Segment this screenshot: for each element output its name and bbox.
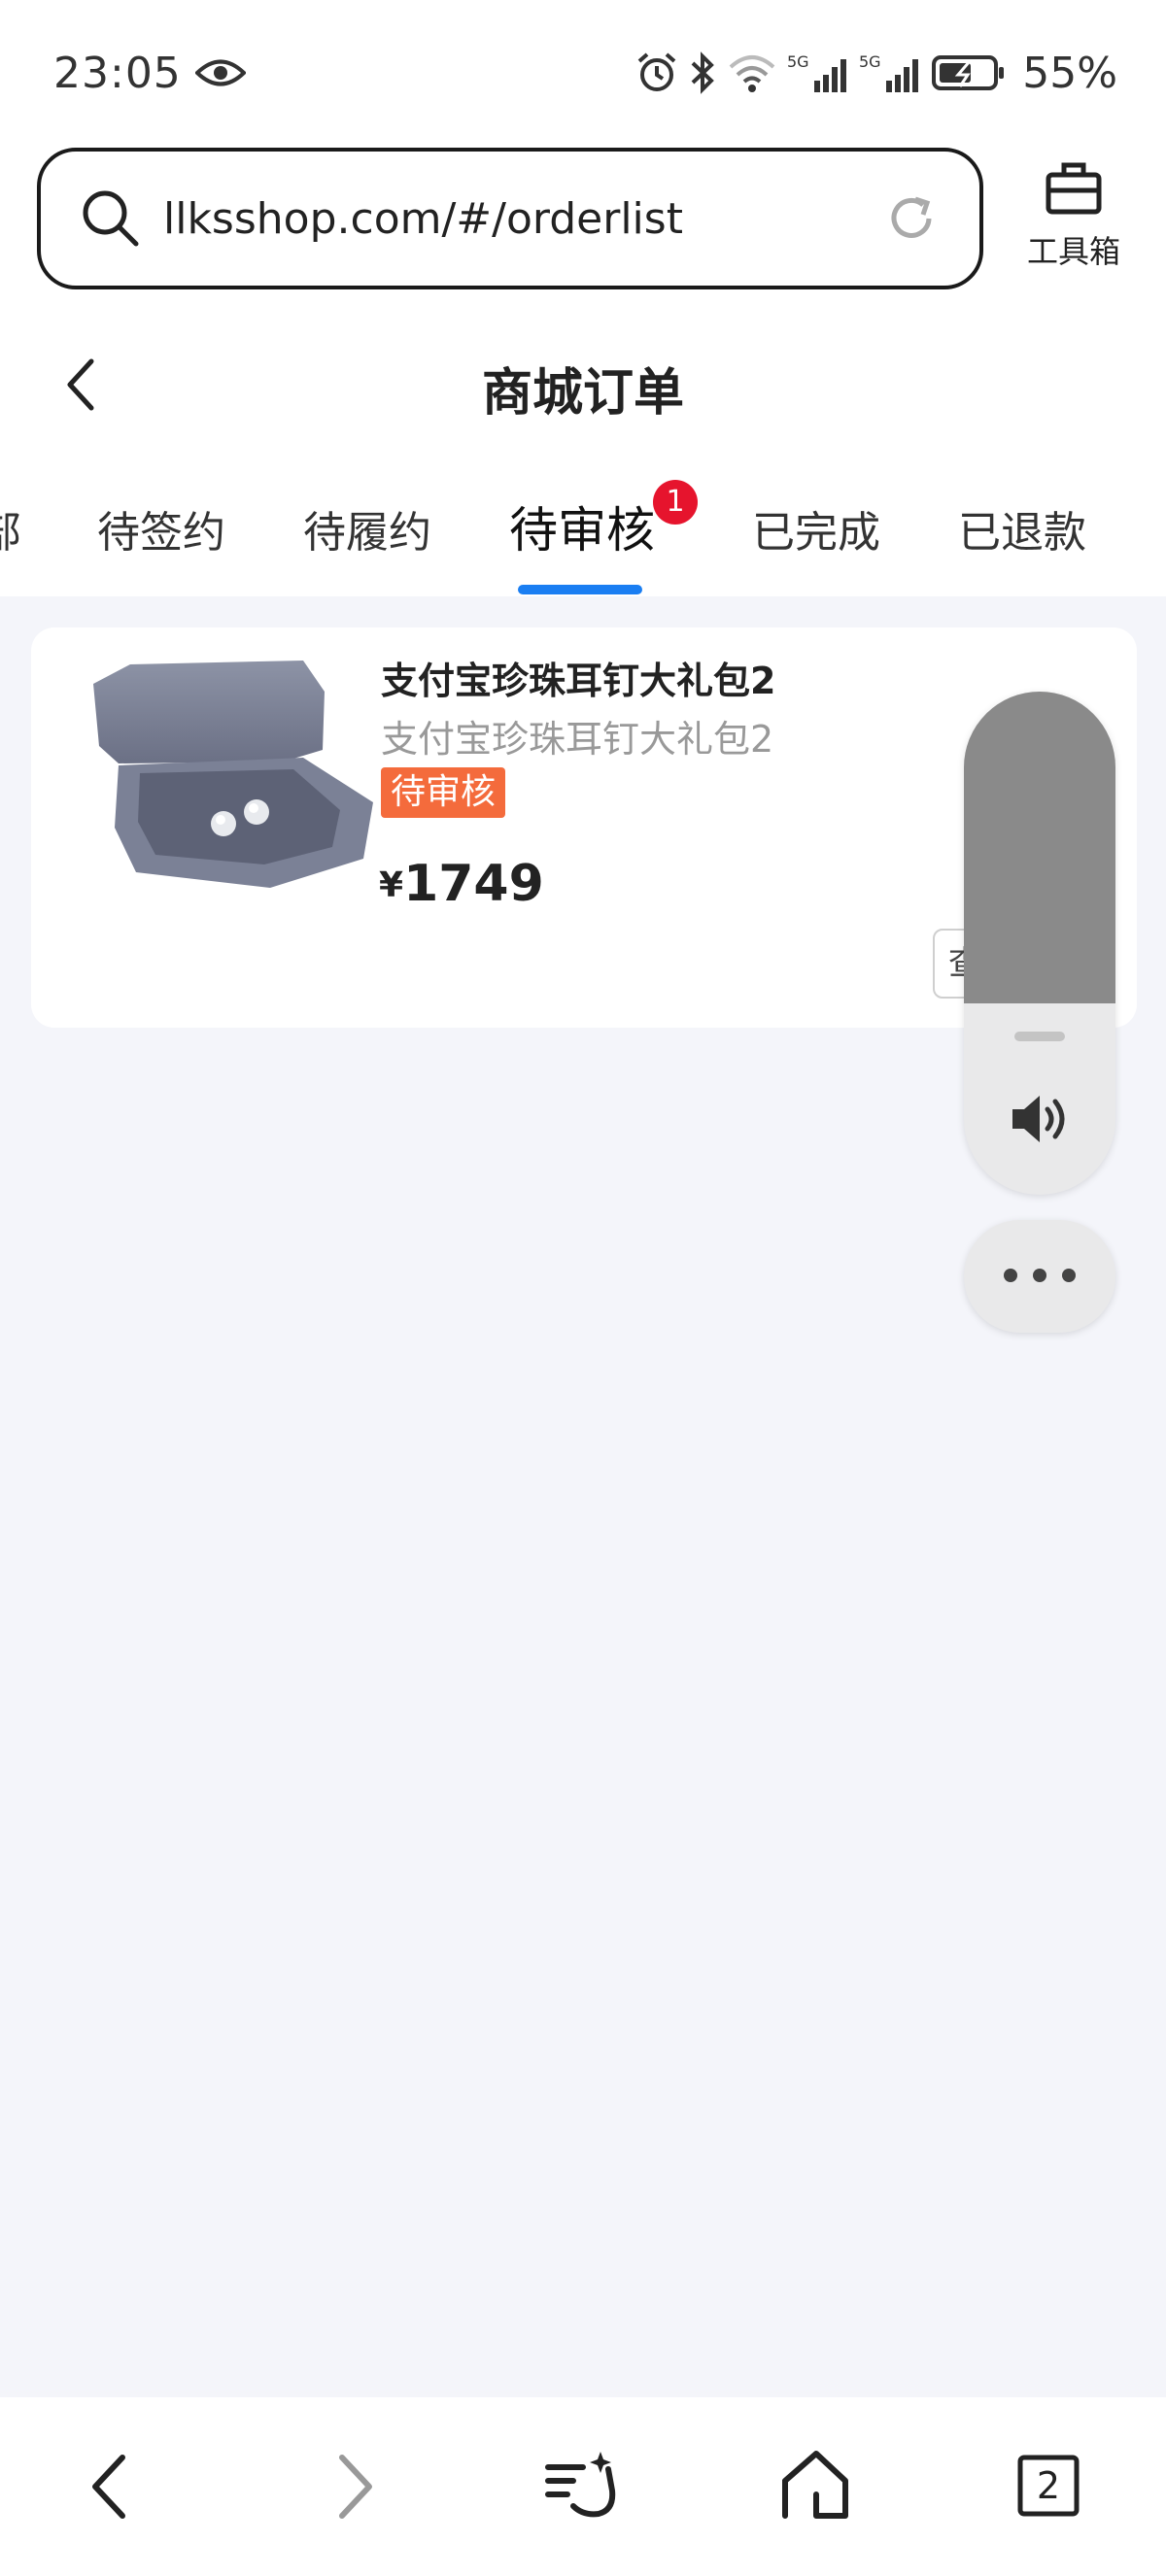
- tab-label: 已退款: [958, 508, 1086, 558]
- tab-label: 已完成: [752, 508, 880, 558]
- currency-symbol: ¥: [379, 865, 404, 905]
- back-icon[interactable]: [74, 2448, 152, 2525]
- status-badge: 待审核: [381, 767, 506, 818]
- battery-icon: [932, 55, 1005, 90]
- tab-badge: 1: [653, 480, 698, 525]
- more-options-button[interactable]: [964, 1220, 1115, 1333]
- tabs-button[interactable]: 2: [1011, 2448, 1088, 2525]
- search-icon: [83, 190, 139, 247]
- tab-pending-review[interactable]: 待审核 1: [509, 480, 698, 561]
- product-name: 支付宝珍珠耳钉大礼包2: [381, 660, 776, 702]
- volume-level-fill: [964, 692, 1115, 1003]
- more-dots-icon: [1004, 1269, 1076, 1282]
- eye-icon: [194, 59, 246, 86]
- refresh-icon[interactable]: [882, 189, 941, 248]
- signal-icon: 5G: [859, 52, 919, 92]
- volume-handle[interactable]: [1014, 1032, 1065, 1041]
- toolbox-icon: [1046, 162, 1102, 215]
- tab-count: 2: [1036, 2464, 1061, 2507]
- url-text[interactable]: llksshop.com/#/orderlist: [163, 194, 882, 244]
- order-tabs: 部 待签约 待履约 待审核 1 已完成 已退款: [0, 476, 1166, 596]
- browser-bar: llksshop.com/#/orderlist 工具箱: [0, 146, 1166, 291]
- tab-completed[interactable]: 已完成: [752, 497, 880, 559]
- price-value: 1749: [403, 855, 544, 913]
- tab-label: 待审核: [509, 502, 655, 559]
- browser-bottom-nav: 2: [0, 2397, 1166, 2576]
- tab-label: 待签约: [97, 508, 225, 558]
- tab-label: 待履约: [303, 508, 431, 558]
- price: ¥1749: [379, 855, 544, 913]
- status-icons: 5G 5G 55%: [635, 49, 1117, 98]
- speaker-icon[interactable]: [1007, 1090, 1073, 1148]
- feed-icon[interactable]: [544, 2448, 622, 2525]
- signal-icon: 5G: [787, 52, 847, 92]
- page-header: 商城订单: [0, 291, 1166, 476]
- tab-pending-fulfill[interactable]: 待履约: [303, 497, 431, 559]
- page-title: 商城订单: [481, 364, 684, 423]
- wifi-icon: [729, 55, 775, 92]
- product-image: [93, 661, 373, 888]
- home-icon[interactable]: [777, 2448, 855, 2525]
- volume-slider[interactable]: [964, 692, 1115, 1195]
- toolbox-button[interactable]: 工具箱: [1020, 157, 1127, 272]
- screen: 23:05 5G 5G 55% llksshop.com/#/orderlist…: [0, 0, 1166, 2576]
- tab-refunded[interactable]: 已退款: [958, 497, 1086, 559]
- address-bar[interactable]: llksshop.com/#/orderlist: [37, 148, 983, 289]
- status-bar: 23:05 5G 5G 55%: [0, 0, 1166, 146]
- tab-pending-sign[interactable]: 待签约: [97, 497, 225, 559]
- network-label: 5G: [787, 52, 809, 71]
- alarm-icon: [637, 52, 676, 91]
- status-time: 23:05: [53, 48, 182, 98]
- bluetooth-icon: [691, 51, 715, 94]
- product-subtitle: 支付宝珍珠耳钉大礼包2: [381, 718, 774, 761]
- network-label: 5G: [859, 52, 881, 71]
- active-tab-indicator: [518, 585, 642, 594]
- toolbox-label: 工具箱: [1026, 233, 1120, 270]
- battery-percentage: 55%: [1022, 48, 1117, 98]
- tab-all[interactable]: 部: [0, 497, 21, 559]
- tab-label: 部: [0, 508, 21, 558]
- forward-icon[interactable]: [313, 2448, 391, 2525]
